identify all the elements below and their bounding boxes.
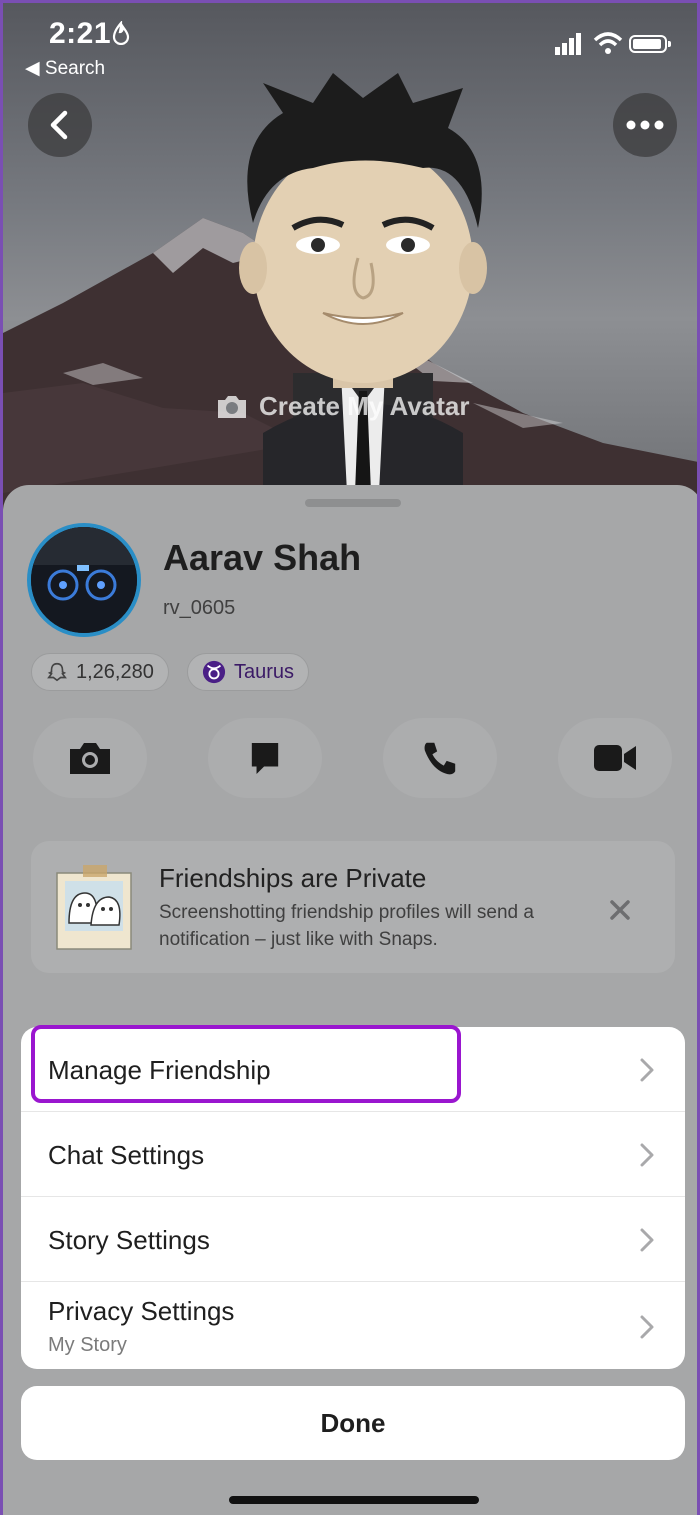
menu-item-label: Privacy Settings — [48, 1296, 235, 1326]
chevron-right-icon — [640, 1315, 654, 1339]
chat-button[interactable] — [208, 718, 322, 798]
voice-call-button[interactable] — [383, 718, 497, 798]
profile-name: Aarav Shah — [163, 537, 362, 578]
create-avatar-button[interactable]: Create My Avatar — [215, 391, 470, 422]
bitmoji-avatar[interactable] — [223, 73, 503, 493]
chevron-right-icon — [640, 1143, 654, 1167]
menu-item-sublabel: My Story — [48, 1334, 127, 1356]
video-call-button[interactable] — [558, 718, 672, 798]
snap-score-value: 1,26,280 — [76, 660, 154, 683]
profile-picture[interactable] — [27, 523, 141, 637]
menu-item-label: Chat Settings — [48, 1140, 205, 1170]
snap-camera-button[interactable] — [33, 718, 147, 798]
taurus-icon — [202, 660, 226, 684]
battery-icon — [629, 35, 671, 53]
back-triangle-icon: ◀ — [25, 58, 40, 79]
wifi-icon — [593, 32, 623, 54]
chevron-right-icon — [640, 1058, 654, 1082]
menu-item-story-settings[interactable]: Story Settings — [21, 1197, 685, 1282]
notice-text: Screenshotting friendship profiles will … — [159, 902, 534, 950]
chevron-left-icon — [50, 110, 68, 140]
close-icon[interactable] — [603, 893, 637, 927]
location-flame-icon — [112, 21, 130, 45]
menu-item-chat-settings[interactable]: Chat Settings — [21, 1112, 685, 1197]
status-bar: 2:21 ◀ Search — [3, 3, 697, 93]
cellular-signal-icon — [555, 33, 581, 55]
menu-item-privacy-settings[interactable]: Privacy Settings My Story — [21, 1282, 685, 1369]
profile-username: rv_0605 — [163, 597, 236, 619]
notice-title: Friendships are Private — [159, 863, 427, 893]
app-frame: 2:21 ◀ Search Create My Avatar Aarav Sha… — [0, 0, 700, 1515]
phone-icon — [424, 742, 456, 775]
car-dashboard-photo — [31, 527, 137, 633]
friends-photo-illustration — [56, 865, 132, 950]
video-camera-icon — [594, 745, 636, 771]
camera-icon — [218, 395, 246, 418]
zodiac-label: Taurus — [234, 660, 295, 683]
highlight-annotation-box — [31, 1025, 461, 1103]
menu-item-label: Story Settings — [48, 1225, 210, 1255]
zodiac-badge[interactable]: Taurus — [187, 653, 310, 691]
sheet-drag-handle[interactable] — [305, 499, 401, 507]
ghost-icon — [47, 662, 67, 682]
chat-bubble-icon — [251, 742, 279, 774]
create-avatar-label: Create My Avatar — [259, 391, 470, 421]
profile-hero: 2:21 ◀ Search Create My Avatar — [3, 3, 697, 523]
snap-score-badge[interactable]: 1,26,280 — [31, 653, 169, 691]
camera-icon — [70, 743, 110, 774]
ellipsis-icon — [626, 120, 664, 130]
home-indicator[interactable] — [229, 1496, 479, 1504]
more-options-button[interactable] — [613, 93, 677, 157]
back-app-label: Search — [44, 58, 106, 79]
back-to-search-link[interactable]: ◀ Search — [25, 57, 105, 80]
done-button[interactable]: Done — [21, 1386, 685, 1460]
clock: 2:21 — [49, 17, 112, 50]
chevron-right-icon — [640, 1228, 654, 1252]
back-button[interactable] — [28, 93, 92, 157]
